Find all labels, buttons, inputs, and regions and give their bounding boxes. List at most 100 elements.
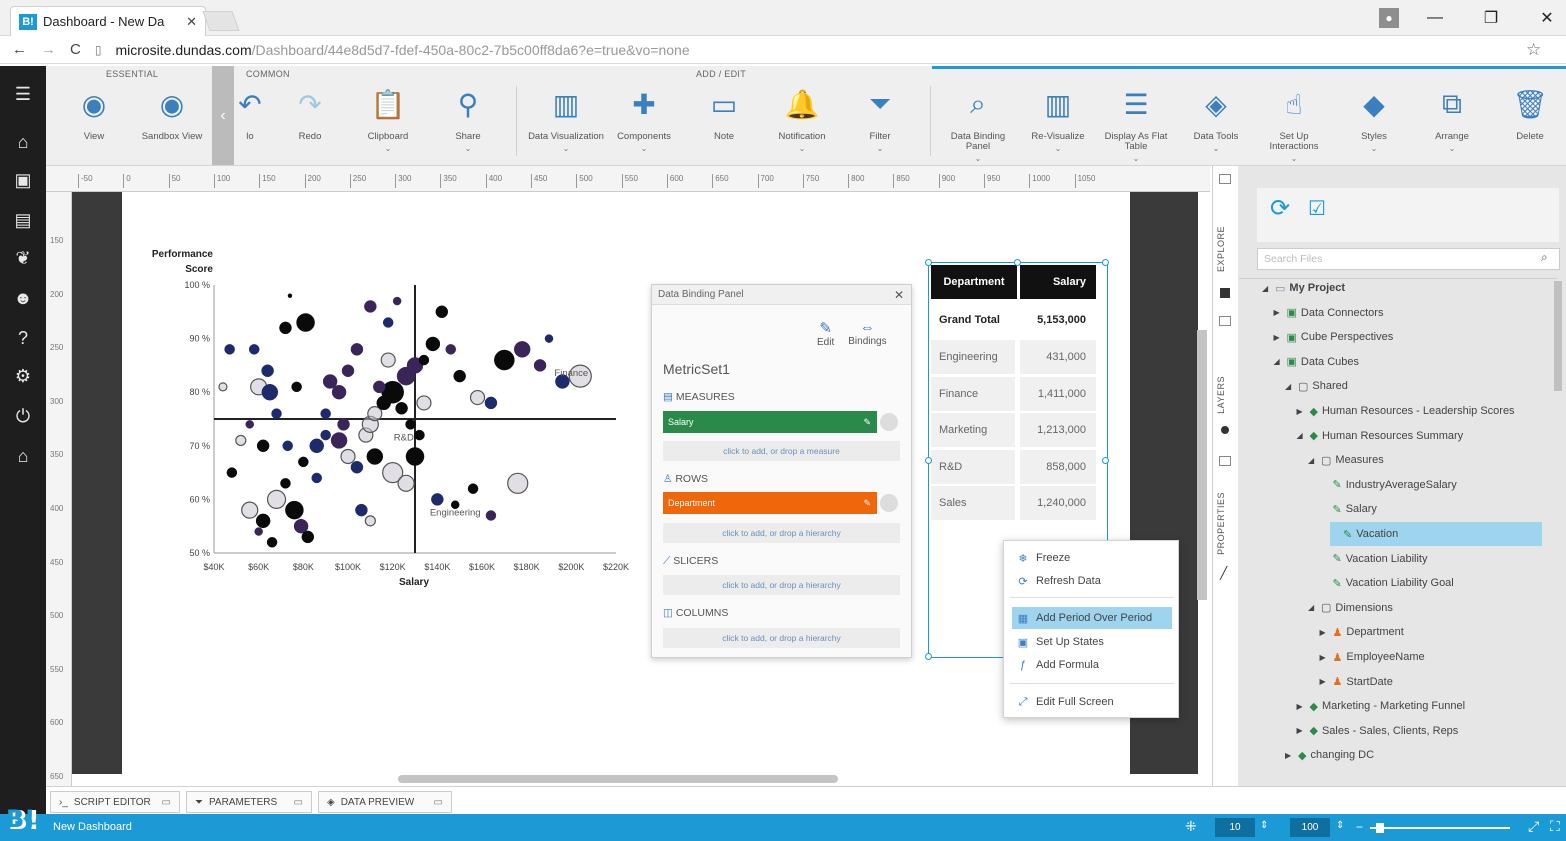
tree-item[interactable]: ✎ Vacation	[1330, 522, 1542, 546]
scatter-point[interactable]	[241, 501, 259, 519]
user-profile-icon[interactable]: ●	[1370, 4, 1408, 32]
expand-right-icon[interactable]: ▶	[1297, 726, 1306, 735]
pop-out-icon[interactable]: ▭	[434, 797, 443, 808]
scatter-point[interactable]	[287, 293, 293, 298]
row-settings-icon[interactable]	[880, 494, 898, 512]
new-tab-button[interactable]	[202, 11, 240, 31]
expand-right-icon[interactable]: ▶	[1297, 702, 1306, 711]
ribbon-clipboard-button[interactable]: 📋 Clipboard ⌄	[350, 84, 426, 164]
ribbon-view-button[interactable]: ◉ View	[56, 84, 132, 164]
tree-item[interactable]: ▶ ♟ Department	[1320, 620, 1404, 644]
context-menu-item-add-formula[interactable]: ƒ Add Formula	[1012, 654, 1172, 676]
window-close-icon[interactable]: ✕	[1528, 4, 1566, 32]
zoom-field[interactable]: 100	[1290, 818, 1330, 837]
expand-right-icon[interactable]: ▶	[1320, 653, 1329, 662]
scatter-point[interactable]	[245, 420, 254, 429]
scatter-point[interactable]	[425, 336, 441, 352]
drop-slicer-zone[interactable]: click to add, or drop a hierarchy	[663, 575, 900, 595]
tree-item[interactable]: ◢ ▢ Dimensions	[1308, 596, 1393, 620]
expand-right-icon[interactable]: ▶	[1297, 407, 1306, 416]
scatter-point[interactable]	[218, 382, 228, 392]
leaf-icon[interactable]: ❦	[0, 240, 46, 276]
scatter-point[interactable]	[494, 349, 515, 371]
expand-right-icon[interactable]: ▶	[1320, 677, 1329, 686]
snap-grid-icon[interactable]: ⁜	[1185, 818, 1197, 835]
scatter-point[interactable]	[467, 483, 479, 494]
bindings-button[interactable]: ⇔ Bindings	[848, 319, 886, 348]
ribbon-arrange-button[interactable]: ⧉ Arrange ⌄	[1414, 84, 1490, 164]
resize-handle[interactable]	[1102, 457, 1109, 464]
scatter-point[interactable]	[330, 432, 348, 449]
scatter-point[interactable]	[255, 513, 271, 529]
home-alt-icon[interactable]: ⌂	[0, 438, 46, 474]
bottom-tab-script-editor[interactable]: ›_ SCRIPT EDITOR ▭	[50, 791, 180, 813]
scatter-point[interactable]	[248, 344, 260, 355]
context-menu-item-add-period-over-period[interactable]: ▦ Add Period Over Period	[1012, 607, 1172, 629]
scatter-point[interactable]	[373, 380, 386, 394]
zoom-slider-track[interactable]	[1370, 827, 1510, 829]
reload-icon[interactable]: C	[70, 41, 81, 58]
scatter-point[interactable]	[513, 341, 531, 358]
scatter-point[interactable]	[405, 447, 425, 466]
drop-column-zone[interactable]: click to add, or drop a hierarchy	[663, 628, 900, 648]
tree-item[interactable]: ◢ ▣ Data Cubes	[1274, 350, 1360, 374]
expand-right-icon[interactable]: ▶	[1320, 628, 1329, 637]
resize-handle[interactable]	[925, 457, 932, 464]
side-tab-explore[interactable]: EXPLORE	[1216, 226, 1226, 272]
expand-down-icon[interactable]: ◢	[1308, 603, 1317, 612]
resize-handle[interactable]	[1102, 259, 1109, 266]
scatter-point[interactable]	[261, 383, 279, 401]
ribbon-share-button[interactable]: ⚲ Share ⌄	[430, 84, 506, 164]
row-field-department[interactable]: Department ✎	[663, 492, 877, 514]
tree-item[interactable]: ▶ ▣ Data Connectors	[1274, 301, 1384, 325]
scatter-point[interactable]	[418, 354, 430, 366]
scatter-point[interactable]	[366, 448, 384, 465]
ribbon-sandbox-view-button[interactable]: ◉ Sandbox View	[134, 84, 210, 164]
row-edit-icon[interactable]: ✎	[863, 498, 871, 509]
restore-icon[interactable]: ❐	[1472, 4, 1510, 32]
scatter-point[interactable]	[416, 395, 432, 411]
tree-item[interactable]: ▶ ◆ Marketing - Marketing Funnel	[1297, 694, 1466, 718]
properties-pin-icon[interactable]	[1219, 456, 1231, 466]
zoom-out-icon[interactable]: −	[1356, 820, 1363, 834]
check-edit-icon[interactable]: ☑	[1308, 196, 1326, 221]
scatter-point[interactable]	[453, 369, 466, 383]
scatter-point[interactable]	[266, 537, 278, 548]
scatter-point[interactable]	[395, 402, 408, 415]
tree-item[interactable]: ◢ ▭ My Project	[1262, 276, 1345, 300]
user-icon[interactable]: ☻	[0, 280, 46, 316]
scatter-point[interactable]	[285, 500, 304, 520]
side-tab-layers[interactable]: LAYERS	[1216, 376, 1226, 414]
drop-measure-zone[interactable]: click to add, or drop a measure	[663, 441, 900, 461]
expand-down-icon[interactable]: ◢	[1262, 284, 1271, 293]
scatter-point[interactable]	[485, 510, 497, 521]
resize-handle[interactable]	[1014, 259, 1021, 266]
explore-scrollbar[interactable]	[1554, 281, 1562, 391]
ribbon-redo-button[interactable]: ↷ Redo	[272, 84, 348, 164]
grid-size-field[interactable]: 10	[1215, 818, 1255, 837]
ribbon-note-button[interactable]: ▭ Note	[686, 84, 762, 164]
tree-item[interactable]: ◢ ▢ Measures	[1308, 448, 1384, 472]
scatter-point[interactable]	[397, 474, 415, 492]
scatter-point[interactable]	[301, 530, 315, 544]
scatter-point[interactable]	[271, 408, 282, 419]
ribbon-notification-button[interactable]: 🔔 Notification ⌄	[764, 84, 840, 164]
resize-handle[interactable]	[925, 259, 932, 266]
bottom-tab-data-preview[interactable]: ◈ DATA PREVIEW ▭	[318, 791, 452, 813]
expand-down-icon[interactable]: ◢	[1308, 456, 1317, 465]
ribbon-filter-button[interactable]: ⏷ Filter ⌄	[842, 84, 918, 164]
scatter-point[interactable]	[364, 515, 376, 527]
grid-size-spinner-icon[interactable]: ⇕	[1260, 820, 1268, 831]
table-header-department[interactable]: Department	[931, 265, 1017, 299]
scatter-point[interactable]	[544, 334, 554, 343]
context-menu-item-refresh-data[interactable]: ⟳ Refresh Data	[1012, 570, 1172, 592]
scatter-point[interactable]	[414, 429, 425, 441]
scatter-point[interactable]	[533, 359, 547, 372]
scatter-point[interactable]	[266, 489, 287, 509]
ribbon-components-button[interactable]: ✚ Components ⌄	[606, 84, 682, 164]
document-icon[interactable]: ▤	[0, 202, 46, 238]
zoom-spinner-icon[interactable]: ⇕	[1336, 820, 1344, 831]
home-icon[interactable]: ⌂	[0, 124, 46, 160]
search-icon[interactable]: ⌕	[1541, 250, 1548, 265]
browser-tab[interactable]: B! Dashboard - New Da ✕	[10, 6, 206, 36]
